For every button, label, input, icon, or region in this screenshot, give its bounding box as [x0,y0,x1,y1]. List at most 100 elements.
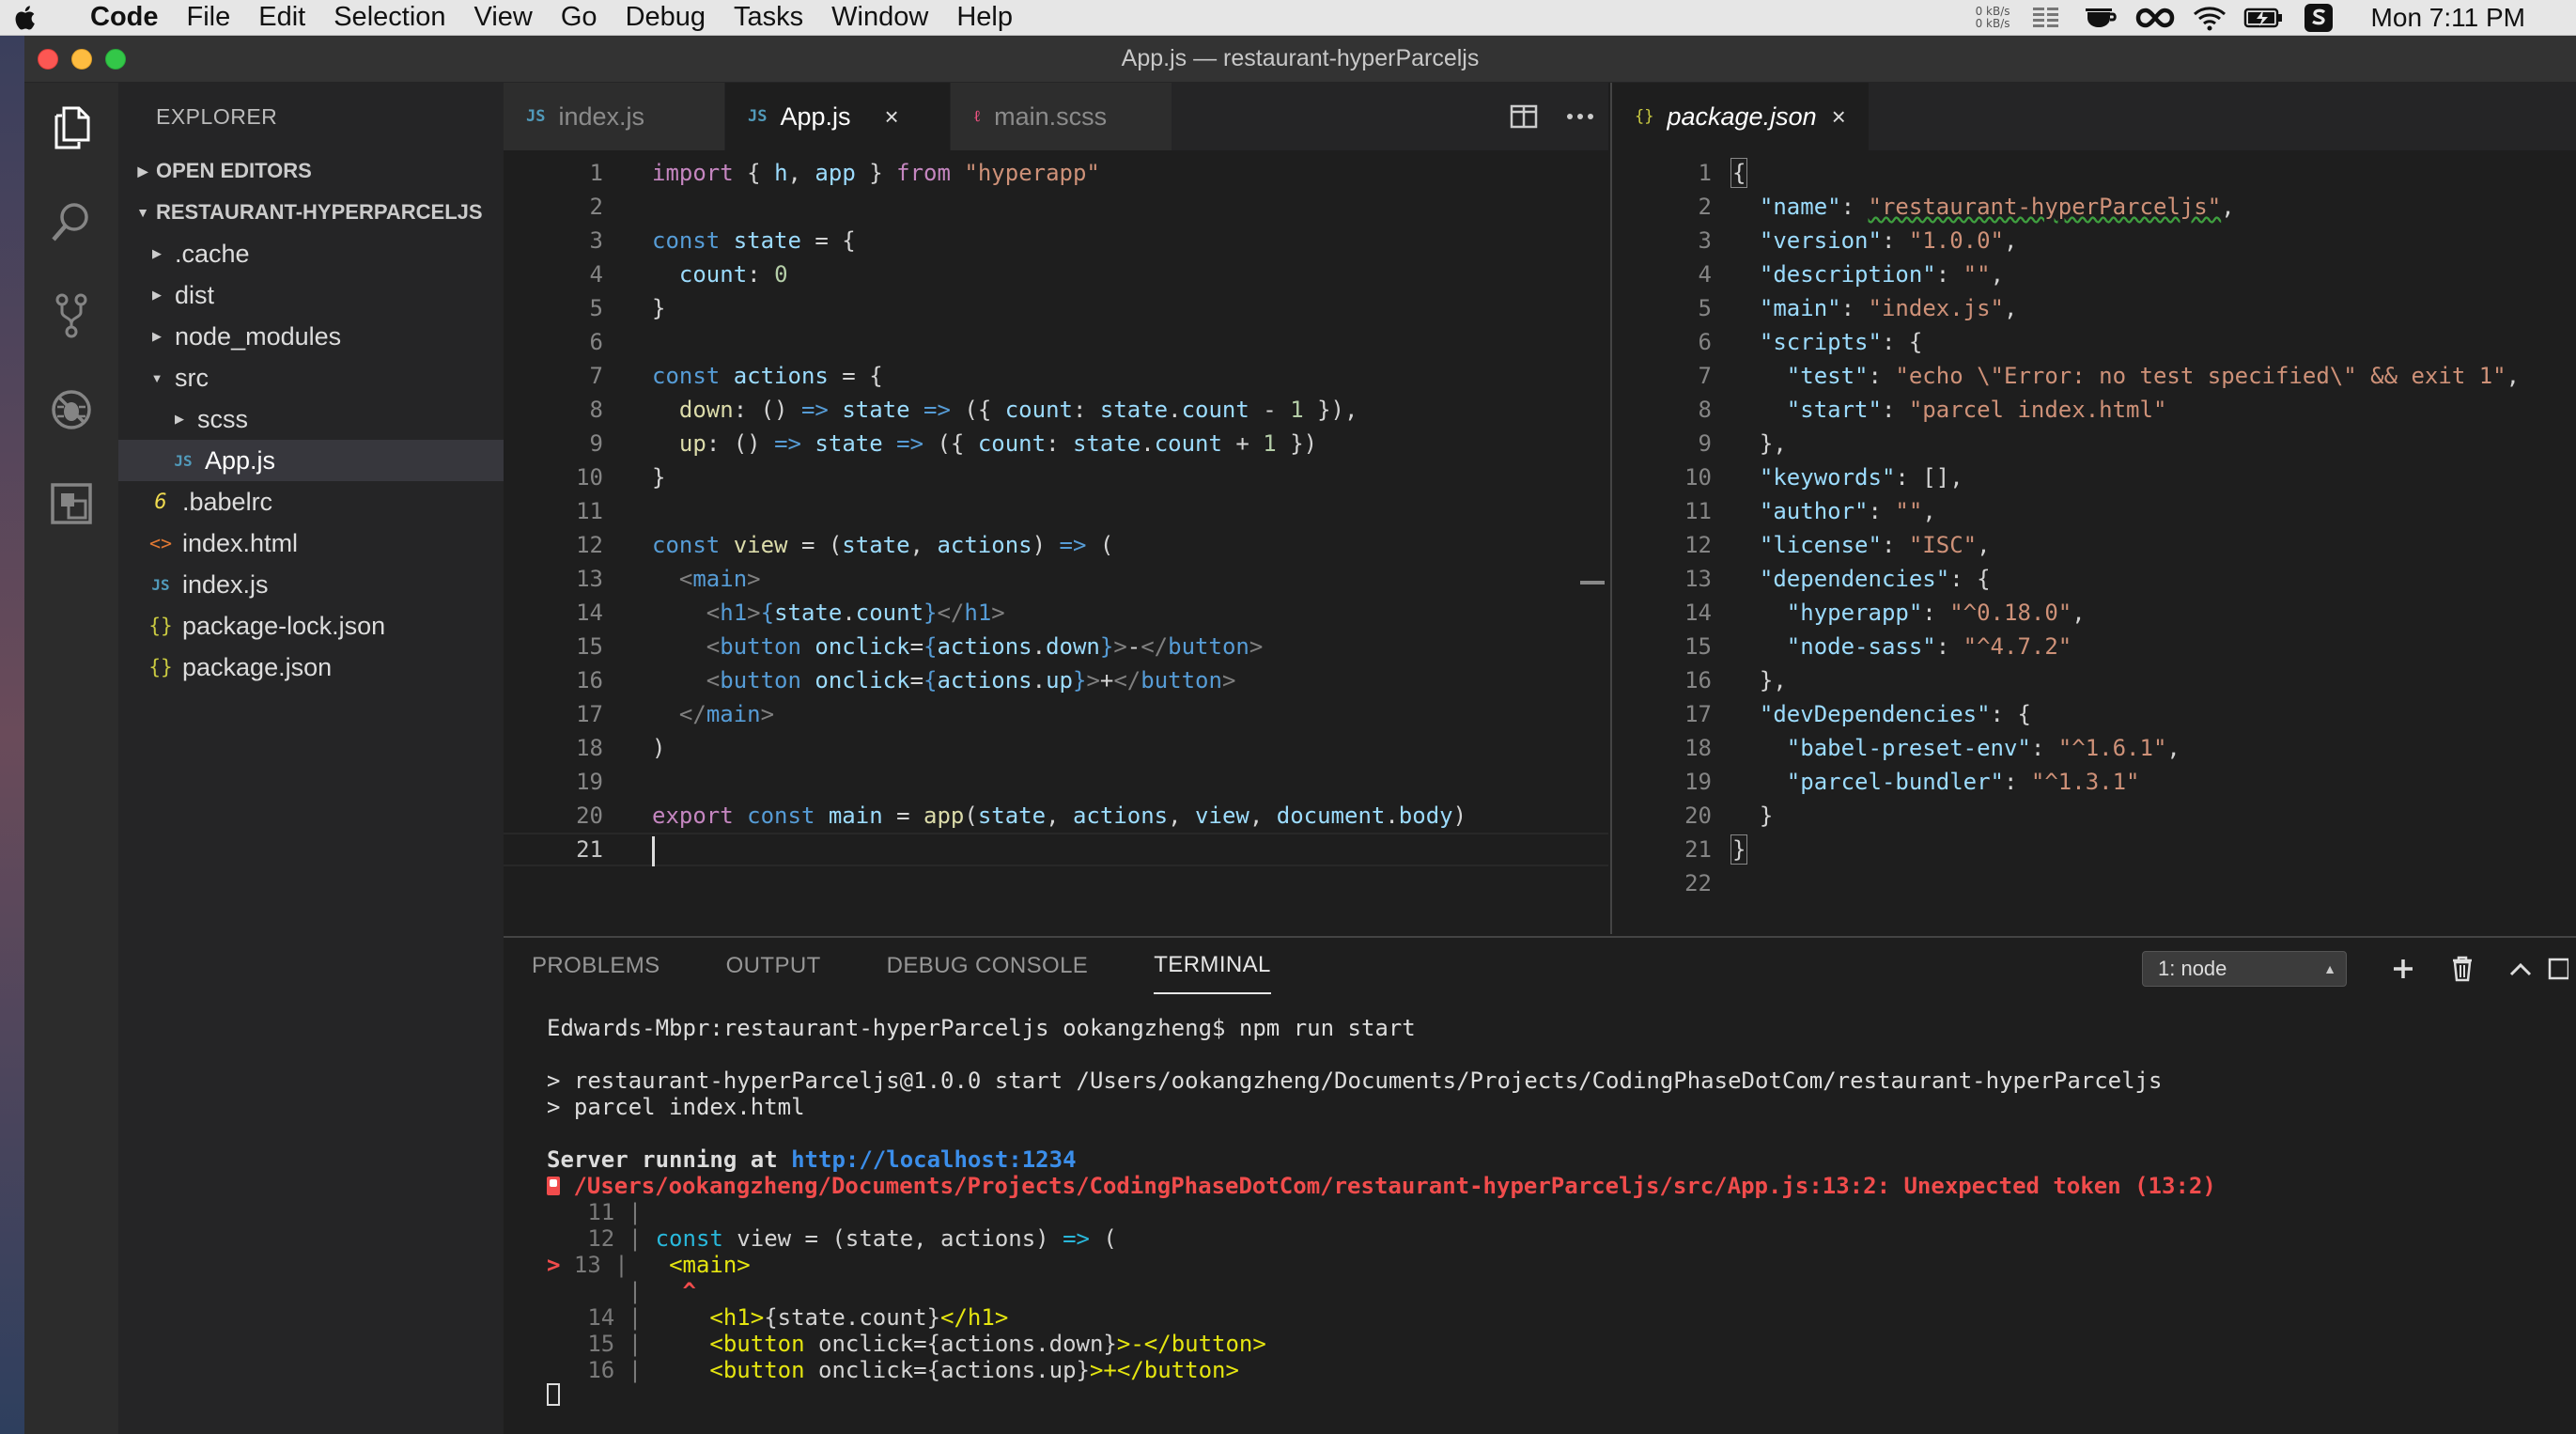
menu-file[interactable]: File [187,2,231,33]
code-text: "author": "", [1759,498,1936,524]
menubar-clock[interactable]: Mon 7:11 PM [2371,3,2525,33]
tree-folder-src[interactable]: ▼ src [118,357,504,398]
line-number: 10 [576,464,603,491]
menu-help[interactable]: Help [956,2,1013,33]
tree-folder-dist[interactable]: ▶ dist [118,274,504,316]
code-line: 17 "devDependencies": { [1612,697,2576,731]
new-terminal-button[interactable] [2380,947,2427,990]
tab-main-scss[interactable]: ℓ main.scss [951,83,1172,150]
app-s-icon[interactable] [2298,4,2339,32]
code-text: <h1>{state.count}</h1> [706,600,1005,626]
line-number: 5 [1698,295,1712,321]
code-line: 14 <h1>{state.count}</h1> [504,596,1608,630]
open-editors-section[interactable]: ▶ OPEN EDITORS [118,150,504,192]
net-download: 0 kB/s [1975,17,2010,30]
wifi-icon[interactable] [2189,4,2230,32]
tree-file-index-js[interactable]: JS index.js [118,564,504,605]
line-number: 3 [1698,227,1712,254]
tree-folder-node-modules[interactable]: ▶ node_modules [118,316,504,357]
tab-terminal[interactable]: TERMINAL [1154,938,1271,994]
tab-package-json[interactable]: {} package.json × [1612,83,1870,150]
code-text: export const main = app(state, actions, … [652,803,1467,829]
server-url-link[interactable]: http://localhost:1234 [791,1146,1076,1173]
terminal-select[interactable]: 1: node ▲ [2142,951,2347,987]
code-text: "start": "parcel index.html" [1786,397,2167,423]
minimize-window-button[interactable] [71,49,92,70]
tab-app-js[interactable]: JS App.js × [725,83,951,150]
extensions-view-button[interactable] [24,459,118,553]
code-line: 3 "version": "1.0.0", [1612,224,2576,257]
tab-output[interactable]: OUTPUT [726,938,821,994]
tab-problems[interactable]: PROBLEMS [532,938,660,994]
coffee-cup-icon[interactable] [2080,4,2121,32]
menu-go[interactable]: Go [561,2,597,33]
menu-window[interactable]: Window [831,2,928,33]
search-view-button[interactable] [24,177,118,271]
tree-file-index-html[interactable]: <> index.html [118,522,504,564]
menu-edit[interactable]: Edit [258,2,305,33]
error-message: /Users/ookangzheng/Documents/Projects/Co… [560,1173,2216,1199]
menu-tasks[interactable]: Tasks [734,2,803,33]
code-text: "license": "ISC", [1759,532,1991,558]
maximize-window-button[interactable] [105,49,126,70]
split-editor-button[interactable] [1496,104,1552,129]
server-running-label: Server running at [547,1146,792,1173]
code-line: 1{ [1612,156,2576,190]
tree-file-app-js[interactable]: JS App.js [118,440,504,481]
tree-file-package-json[interactable]: {} package.json [118,647,504,688]
battery-charging-icon[interactable] [2243,4,2285,32]
chevron-right-icon: ▶ [152,246,162,260]
text-cursor [652,836,655,866]
code-line: 2 "name": "restaurant-hyperParceljs", [1612,190,2576,224]
terminal-prompt-line: Edwards-Mbpr:restaurant-hyperParceljs oo… [547,1015,1416,1041]
code-line: 13 <main> [504,562,1608,596]
line-number: 2 [1698,194,1712,220]
chevron-down-icon: ▼ [136,205,149,220]
tree-folder-cache[interactable]: ▶ .cache [118,233,504,274]
network-speed[interactable]: 0 kB/s 0 kB/s [1976,6,2010,30]
tab-debug-console[interactable]: DEBUG CONSOLE [887,938,1089,994]
code-text: "name": "restaurant-hyperParceljs", [1759,194,2235,220]
more-actions-button[interactable] [1552,113,1608,120]
code-line: 20 } [1612,799,2576,833]
code-line: 15 <button onclick={actions.down}>-</but… [504,630,1608,663]
line-number: 7 [589,363,603,389]
maximize-panel-button[interactable] [2497,947,2544,990]
close-tab-icon[interactable]: × [885,102,899,132]
code-text: "dependencies": { [1759,566,1991,592]
source-control-view-button[interactable] [24,271,118,365]
menu-app-name[interactable]: Code [90,2,159,33]
tree-folder-scss[interactable]: ▶ scss [118,398,504,440]
explorer-view-button[interactable] [24,83,118,177]
code-text: "keywords": [], [1759,464,1963,491]
close-window-button[interactable] [38,49,58,70]
code-text: "description": "", [1759,261,2005,288]
line-number: 1 [1698,160,1712,186]
tree-file-babelrc[interactable]: 6 .babelrc [118,481,504,522]
project-section[interactable]: ▼ RESTAURANT-HYPERPARCELJS [118,192,504,233]
code-line: 2 [504,190,1608,224]
tree-file-package-lock-json[interactable]: {} package-lock.json [118,605,504,647]
apple-icon[interactable] [13,5,45,31]
kill-terminal-button[interactable] [2439,947,2486,990]
close-tab-icon[interactable]: × [1832,102,1846,132]
menu-debug[interactable]: Debug [626,2,706,33]
error-marker-icon [547,1177,560,1195]
macos-menubar: Code File Edit Selection View Go Debug T… [0,0,2576,36]
infinity-icon[interactable] [2134,4,2176,32]
code-text: "version": "1.0.0", [1759,227,2018,254]
menu-view[interactable]: View [474,2,533,33]
line-number: 20 [576,803,603,829]
trash-icon [2453,956,2472,982]
bracket-match-highlight [1730,158,1747,188]
code-text: "scripts": { [1759,329,1923,355]
terminal-cursor [547,1383,560,1406]
tab-index-js[interactable]: JS index.js [504,83,725,150]
cpu-bars-icon[interactable] [2025,4,2067,32]
debug-view-button[interactable] [24,365,118,459]
tab-label: index.js [558,101,645,131]
menu-selection[interactable]: Selection [334,2,445,33]
panel-close-button[interactable] [2548,947,2576,990]
ellipsis-icon [1567,114,1593,119]
line-number: 21 [1684,836,1712,863]
